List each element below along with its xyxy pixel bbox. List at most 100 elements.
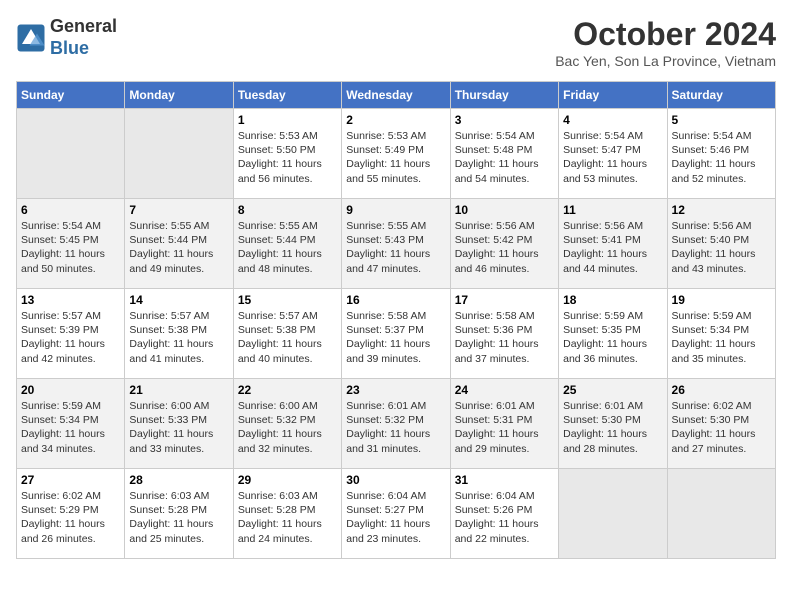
day-info: Sunrise: 5:55 AM Sunset: 5:43 PM Dayligh…: [346, 219, 445, 276]
day-cell: 7 Sunrise: 5:55 AM Sunset: 5:44 PM Daylig…: [125, 199, 233, 289]
day-cell: 8Sunrise: 5:55 AM Sunset: 5:44 PM Daylig…: [233, 199, 341, 289]
day-info: Sunrise: 6:00 AM Sunset: 5:33 PM Dayligh…: [129, 399, 228, 456]
day-number: 28: [129, 473, 228, 487]
day-info: Sunrise: 5:59 AM Sunset: 5:34 PM Dayligh…: [672, 309, 771, 366]
day-info: Sunrise: 6:02 AM Sunset: 5:30 PM Dayligh…: [672, 399, 771, 456]
day-info: Sunrise: 6:01 AM Sunset: 5:32 PM Dayligh…: [346, 399, 445, 456]
day-cell: 5 Sunrise: 5:54 AM Sunset: 5:46 PM Daylig…: [667, 109, 775, 199]
header-cell-thursday: Thursday: [450, 82, 558, 109]
day-info: Sunrise: 5:56 AM Sunset: 5:40 PM Dayligh…: [672, 219, 771, 276]
day-number: 17: [455, 293, 554, 307]
calendar-table: SundayMondayTuesdayWednesdayThursdayFrid…: [16, 81, 776, 559]
day-number: 6: [21, 203, 120, 217]
calendar-header: SundayMondayTuesdayWednesdayThursdayFrid…: [17, 82, 776, 109]
day-cell: 10 Sunrise: 5:56 AM Sunset: 5:42 PM Dayli…: [450, 199, 558, 289]
day-number: 4: [563, 113, 662, 127]
day-number: 30: [346, 473, 445, 487]
week-row-4: 20Sunrise: 5:59 AM Sunset: 5:34 PM Dayli…: [17, 379, 776, 469]
day-number: 18: [563, 293, 662, 307]
day-number: 3: [455, 113, 554, 127]
day-info: Sunrise: 5:53 AM Sunset: 5:50 PM Dayligh…: [238, 129, 337, 186]
day-number: 14: [129, 293, 228, 307]
day-info: Sunrise: 5:59 AM Sunset: 5:35 PM Dayligh…: [563, 309, 662, 366]
day-cell: 21Sunrise: 6:00 AM Sunset: 5:33 PM Dayli…: [125, 379, 233, 469]
day-number: 7: [129, 203, 228, 217]
day-info: Sunrise: 5:54 AM Sunset: 5:47 PM Dayligh…: [563, 129, 662, 186]
header-cell-saturday: Saturday: [667, 82, 775, 109]
day-number: 22: [238, 383, 337, 397]
day-cell: 31Sunrise: 6:04 AM Sunset: 5:26 PM Dayli…: [450, 469, 558, 559]
logo-text-general: General: [50, 16, 117, 36]
day-info: Sunrise: 6:04 AM Sunset: 5:27 PM Dayligh…: [346, 489, 445, 546]
week-row-2: 6 Sunrise: 5:54 AM Sunset: 5:45 PM Daylig…: [17, 199, 776, 289]
day-cell: 20Sunrise: 5:59 AM Sunset: 5:34 PM Dayli…: [17, 379, 125, 469]
day-cell: 19Sunrise: 5:59 AM Sunset: 5:34 PM Dayli…: [667, 289, 775, 379]
day-info: Sunrise: 5:56 AM Sunset: 5:41 PM Dayligh…: [563, 219, 662, 276]
day-cell: 23 Sunrise: 6:01 AM Sunset: 5:32 PM Dayli…: [342, 379, 450, 469]
day-info: Sunrise: 6:03 AM Sunset: 5:28 PM Dayligh…: [238, 489, 337, 546]
calendar-body: 1Sunrise: 5:53 AM Sunset: 5:50 PM Daylig…: [17, 109, 776, 559]
day-cell: 27 Sunrise: 6:02 AM Sunset: 5:29 PM Dayli…: [17, 469, 125, 559]
day-cell: 24Sunrise: 6:01 AM Sunset: 5:31 PM Dayli…: [450, 379, 558, 469]
day-info: Sunrise: 5:54 AM Sunset: 5:46 PM Dayligh…: [672, 129, 771, 186]
header-cell-tuesday: Tuesday: [233, 82, 341, 109]
day-cell: 13 Sunrise: 5:57 AM Sunset: 5:39 PM Dayli…: [17, 289, 125, 379]
day-info: Sunrise: 5:57 AM Sunset: 5:38 PM Dayligh…: [129, 309, 228, 366]
day-cell: 6 Sunrise: 5:54 AM Sunset: 5:45 PM Daylig…: [17, 199, 125, 289]
day-cell: 18 Sunrise: 5:59 AM Sunset: 5:35 PM Dayli…: [559, 289, 667, 379]
day-cell: 4 Sunrise: 5:54 AM Sunset: 5:47 PM Daylig…: [559, 109, 667, 199]
day-info: Sunrise: 6:02 AM Sunset: 5:29 PM Dayligh…: [21, 489, 120, 546]
header-cell-sunday: Sunday: [17, 82, 125, 109]
day-info: Sunrise: 5:55 AM Sunset: 5:44 PM Dayligh…: [238, 219, 337, 276]
day-cell: [17, 109, 125, 199]
day-info: Sunrise: 5:59 AM Sunset: 5:34 PM Dayligh…: [21, 399, 120, 456]
logo-text-blue: Blue: [50, 38, 89, 58]
day-info: Sunrise: 5:57 AM Sunset: 5:39 PM Dayligh…: [21, 309, 120, 366]
day-info: Sunrise: 5:53 AM Sunset: 5:49 PM Dayligh…: [346, 129, 445, 186]
month-title: October 2024: [555, 16, 776, 53]
day-info: Sunrise: 5:54 AM Sunset: 5:45 PM Dayligh…: [21, 219, 120, 276]
logo-icon: [16, 23, 46, 53]
day-cell: 30 Sunrise: 6:04 AM Sunset: 5:27 PM Dayli…: [342, 469, 450, 559]
day-number: 25: [563, 383, 662, 397]
day-cell: 17Sunrise: 5:58 AM Sunset: 5:36 PM Dayli…: [450, 289, 558, 379]
day-cell: 1Sunrise: 5:53 AM Sunset: 5:50 PM Daylig…: [233, 109, 341, 199]
day-info: Sunrise: 6:00 AM Sunset: 5:32 PM Dayligh…: [238, 399, 337, 456]
day-cell: [667, 469, 775, 559]
day-number: 2: [346, 113, 445, 127]
day-info: Sunrise: 5:58 AM Sunset: 5:37 PM Dayligh…: [346, 309, 445, 366]
page-header: General Blue October 2024 Bac Yen, Son L…: [16, 16, 776, 69]
header-cell-wednesday: Wednesday: [342, 82, 450, 109]
day-number: 12: [672, 203, 771, 217]
day-cell: 12 Sunrise: 5:56 AM Sunset: 5:40 PM Dayli…: [667, 199, 775, 289]
day-cell: 28 Sunrise: 6:03 AM Sunset: 5:28 PM Dayli…: [125, 469, 233, 559]
day-cell: [125, 109, 233, 199]
day-cell: 26 Sunrise: 6:02 AM Sunset: 5:30 PM Dayli…: [667, 379, 775, 469]
day-number: 5: [672, 113, 771, 127]
day-cell: 14 Sunrise: 5:57 AM Sunset: 5:38 PM Dayli…: [125, 289, 233, 379]
day-cell: 15Sunrise: 5:57 AM Sunset: 5:38 PM Dayli…: [233, 289, 341, 379]
header-cell-monday: Monday: [125, 82, 233, 109]
header-row: SundayMondayTuesdayWednesdayThursdayFrid…: [17, 82, 776, 109]
day-info: Sunrise: 6:01 AM Sunset: 5:30 PM Dayligh…: [563, 399, 662, 456]
day-number: 27: [21, 473, 120, 487]
day-cell: 11 Sunrise: 5:56 AM Sunset: 5:41 PM Dayli…: [559, 199, 667, 289]
day-number: 10: [455, 203, 554, 217]
day-number: 11: [563, 203, 662, 217]
day-info: Sunrise: 5:56 AM Sunset: 5:42 PM Dayligh…: [455, 219, 554, 276]
day-info: Sunrise: 5:55 AM Sunset: 5:44 PM Dayligh…: [129, 219, 228, 276]
title-area: October 2024 Bac Yen, Son La Province, V…: [555, 16, 776, 69]
logo: General Blue: [16, 16, 117, 59]
day-info: Sunrise: 6:03 AM Sunset: 5:28 PM Dayligh…: [129, 489, 228, 546]
day-cell: 2 Sunrise: 5:53 AM Sunset: 5:49 PM Daylig…: [342, 109, 450, 199]
day-number: 26: [672, 383, 771, 397]
day-number: 23: [346, 383, 445, 397]
day-number: 24: [455, 383, 554, 397]
week-row-3: 13 Sunrise: 5:57 AM Sunset: 5:39 PM Dayli…: [17, 289, 776, 379]
day-cell: 3Sunrise: 5:54 AM Sunset: 5:48 PM Daylig…: [450, 109, 558, 199]
day-number: 29: [238, 473, 337, 487]
location-title: Bac Yen, Son La Province, Vietnam: [555, 53, 776, 69]
day-number: 16: [346, 293, 445, 307]
week-row-5: 27 Sunrise: 6:02 AM Sunset: 5:29 PM Dayli…: [17, 469, 776, 559]
day-number: 13: [21, 293, 120, 307]
